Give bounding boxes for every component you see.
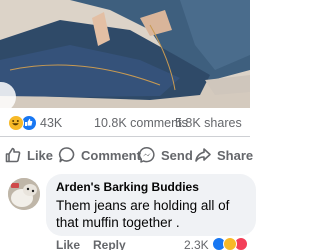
comments-count[interactable]: 10.8K comments <box>94 116 188 130</box>
comment-text: Them jeans are holding all of that muffi… <box>56 198 230 230</box>
like-button[interactable]: Like <box>4 137 53 173</box>
thumbs-up-icon <box>5 147 21 163</box>
comment-button[interactable]: Comment <box>58 137 141 173</box>
share-label: Share <box>217 147 254 163</box>
comment-reaction-count[interactable]: 2.3K <box>184 238 209 250</box>
comment-label: Comment <box>81 147 141 163</box>
comment-like-button[interactable]: Like <box>56 238 80 250</box>
laugh-reaction-icon <box>8 115 24 131</box>
comment-bubble-icon <box>58 147 75 163</box>
share-arrow-icon <box>195 148 211 162</box>
post-reaction-icons[interactable] <box>8 115 40 131</box>
comment-author[interactable]: Arden's Barking Buddies <box>56 180 246 195</box>
send-label: Send <box>161 147 193 163</box>
post-stats: 43K 10.8K comments 5.8K shares <box>0 108 250 138</box>
like-label: Like <box>27 147 54 163</box>
share-button[interactable]: Share <box>194 137 253 173</box>
send-button[interactable]: Send <box>138 137 193 173</box>
post-action-bar: Like Comment Send Share <box>0 137 253 173</box>
comment-bubble: Arden's Barking Buddies Them jeans are h… <box>46 174 256 236</box>
laugh-reaction-icon <box>223 237 237 250</box>
comment-reply-button[interactable]: Reply <box>93 238 126 250</box>
shares-count[interactable]: 5.8K shares <box>175 116 242 130</box>
messenger-icon <box>138 147 155 163</box>
comment-footer: Like Reply 2.3K <box>0 236 250 250</box>
reaction-count[interactable]: 43K <box>40 116 62 130</box>
post-photo[interactable] <box>0 0 250 108</box>
commenter-avatar[interactable] <box>8 178 40 210</box>
